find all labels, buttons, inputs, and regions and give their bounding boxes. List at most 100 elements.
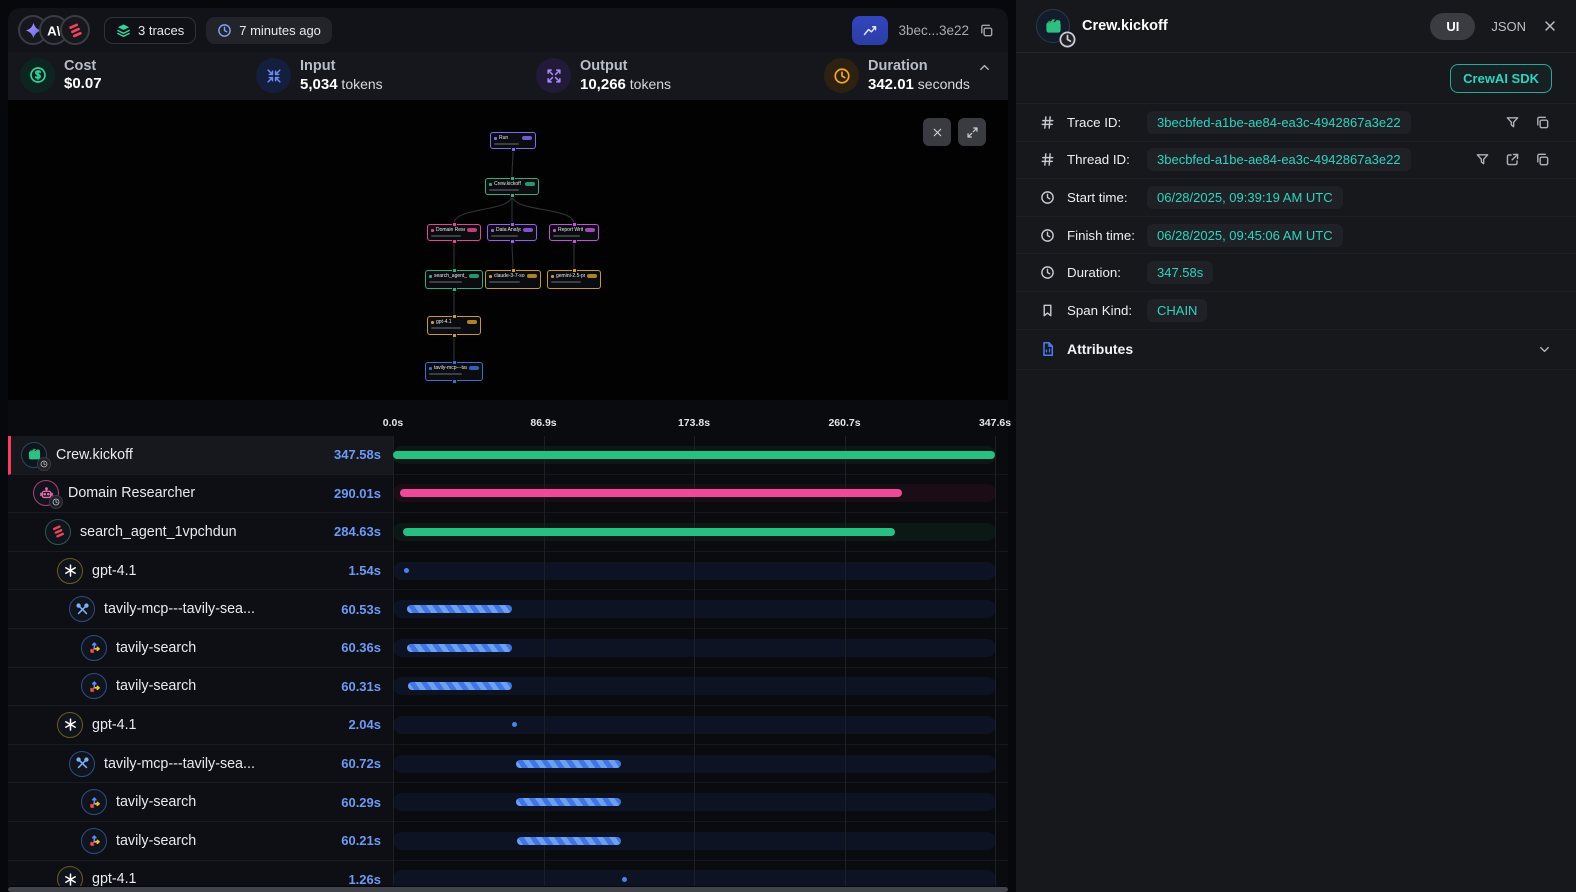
detail-field-row: Duration: 347.58s — [1016, 254, 1576, 292]
graph-node-label: Domain Researcher — [436, 227, 465, 233]
chevron-down-icon — [1537, 342, 1552, 357]
span-row-name-cell: tavily-mcp---tavily-sea... 60.53s — [8, 590, 393, 629]
tavily-icon — [81, 828, 107, 854]
span-label: Domain Researcher — [68, 485, 326, 501]
filter-icon[interactable] — [1505, 115, 1520, 130]
view-tabs: UI JSON — [1430, 13, 1526, 40]
horizontal-scrollbar[interactable] — [8, 887, 1008, 892]
tab-json[interactable]: JSON — [1491, 19, 1526, 34]
collapse-stats-chevron-up-icon[interactable] — [977, 60, 992, 80]
axis-tick: 173.8s — [678, 417, 710, 429]
graph-port — [452, 379, 457, 384]
openai-icon — [57, 712, 83, 738]
span-row-name-cell: Domain Researcher 290.01s — [8, 475, 393, 514]
arrows-out-icon — [536, 58, 571, 93]
traces-count-badge[interactable]: 3 traces — [104, 17, 196, 44]
clock-badge-icon — [37, 457, 51, 471]
stat-label: Output — [580, 57, 671, 75]
field-actions — [1475, 152, 1550, 167]
stat-value: 10,266 tokens — [580, 75, 671, 94]
span-duration: 60.29s — [333, 795, 393, 810]
tools-icon — [69, 596, 95, 622]
span-row-name-cell: gpt-4.1 1.26s — [8, 861, 393, 886]
clock-badge-icon — [49, 495, 63, 509]
attributes-section-toggle[interactable]: Attributes — [1016, 330, 1576, 370]
close-panel-icon[interactable] — [1542, 18, 1558, 34]
span-row-name-cell: tavily-mcp---tavily-sea... 60.72s — [8, 745, 393, 784]
span-label: tavily-search — [116, 678, 333, 694]
expand-graph-button[interactable] — [958, 118, 986, 146]
span-bar — [517, 837, 621, 845]
span-row-name-cell: tavily-search 60.29s — [8, 783, 393, 822]
stat-value: $0.07 — [64, 75, 102, 93]
span-label: tavily-search — [116, 833, 333, 849]
span-duration: 1.26s — [340, 872, 393, 886]
span-label: gpt-4.1 — [92, 563, 340, 579]
close-graph-button[interactable] — [923, 118, 951, 146]
field-label: Span Kind: — [1067, 303, 1147, 318]
span-duration: 347.58s — [326, 447, 393, 462]
stat-value: 5,034 tokens — [300, 75, 383, 94]
span-row-chart-cell — [393, 745, 1008, 784]
copy-icon[interactable] — [1535, 115, 1550, 130]
external-icon[interactable] — [1505, 152, 1520, 167]
span-label: tavily-search — [116, 794, 333, 810]
traces-count-label: 3 traces — [138, 23, 184, 38]
span-row[interactable]: tavily-search 60.21s — [8, 822, 1008, 861]
copy-trace-id-icon[interactable] — [979, 23, 994, 38]
axis-tick: 260.7s — [828, 417, 860, 429]
span-bar — [393, 451, 995, 459]
span-row[interactable]: tavily-search 60.36s — [8, 629, 1008, 668]
detail-field-row: Span Kind: CHAIN — [1016, 292, 1576, 330]
field-value: 347.58s — [1147, 261, 1213, 284]
trace-id-cluster: 3bec...3e22 — [852, 16, 994, 45]
span-label: Crew.kickoff — [56, 447, 326, 463]
stats-row: Cost $0.07 Input 5,034 tokens Output — [8, 52, 1008, 100]
field-label: Finish time: — [1067, 228, 1147, 243]
span-row-name-cell: tavily-search 60.36s — [8, 629, 393, 668]
graph-port — [452, 239, 457, 244]
copy-icon[interactable] — [1535, 152, 1550, 167]
clock-icon — [824, 58, 859, 93]
stat-duration: Duration 342.01 seconds — [824, 57, 970, 94]
field-value: 3becbfed-a1be-ae84-ea3c-4942867a3e22 — [1147, 148, 1411, 171]
graph-node-gemini[interactable]: gemini-2.5-pro — [547, 270, 601, 289]
span-row-name-cell: gpt-4.1 1.54s — [8, 552, 393, 591]
span-bar — [516, 798, 620, 806]
span-label: tavily-mcp---tavily-sea... — [104, 756, 333, 772]
span-row[interactable]: search_agent_1vpchdun 284.63s — [8, 513, 1008, 552]
span-row[interactable]: tavily-search 60.29s — [8, 783, 1008, 822]
document-icon — [1040, 341, 1056, 357]
trace-pane: A\ 3 traces 7 minutes ago 3bec...3e22 — [8, 8, 1008, 886]
span-track — [393, 716, 996, 734]
axis-tick: 86.9s — [530, 417, 556, 429]
graph-node-claude[interactable]: claude-3-7-sonnet — [485, 270, 541, 289]
stat-label: Cost — [64, 57, 102, 75]
tab-ui[interactable]: UI — [1430, 13, 1475, 40]
span-row[interactable]: tavily-mcp---tavily-sea... 60.53s — [8, 590, 1008, 629]
span-duration: 284.63s — [326, 524, 393, 539]
span-row[interactable]: gpt-4.1 2.04s — [8, 706, 1008, 745]
filter-icon[interactable] — [1475, 152, 1490, 167]
span-row[interactable]: tavily-search 60.31s — [8, 668, 1008, 707]
span-rows: Crew.kickoff 347.58s Domain Researcher 2… — [8, 436, 1008, 886]
metrics-chart-button[interactable] — [852, 16, 888, 45]
span-row[interactable]: gpt-4.1 1.26s — [8, 861, 1008, 886]
span-row[interactable]: Crew.kickoff 347.58s — [8, 436, 1008, 475]
tavily-icon — [81, 673, 107, 699]
timeline-axis: 0.0s86.9s173.8s260.7s347.6s — [8, 400, 1008, 436]
clock-badge-icon — [1060, 32, 1074, 46]
span-label: tavily-mcp---tavily-sea... — [104, 601, 333, 617]
span-row[interactable]: tavily-mcp---tavily-sea... 60.72s — [8, 745, 1008, 784]
span-row[interactable]: Domain Researcher 290.01s — [8, 475, 1008, 514]
span-track — [393, 870, 996, 886]
graph-port — [452, 333, 457, 338]
span-label: gpt-4.1 — [92, 717, 340, 733]
stat-label: Input — [300, 57, 383, 75]
detail-field-row: Trace ID: 3becbfed-a1be-ae84-ea3c-494286… — [1016, 104, 1576, 142]
span-row-chart-cell — [393, 822, 1008, 861]
hash-icon — [1040, 115, 1056, 130]
span-row-chart-cell — [393, 668, 1008, 707]
span-duration: 60.72s — [333, 756, 393, 771]
span-row[interactable]: gpt-4.1 1.54s — [8, 552, 1008, 591]
